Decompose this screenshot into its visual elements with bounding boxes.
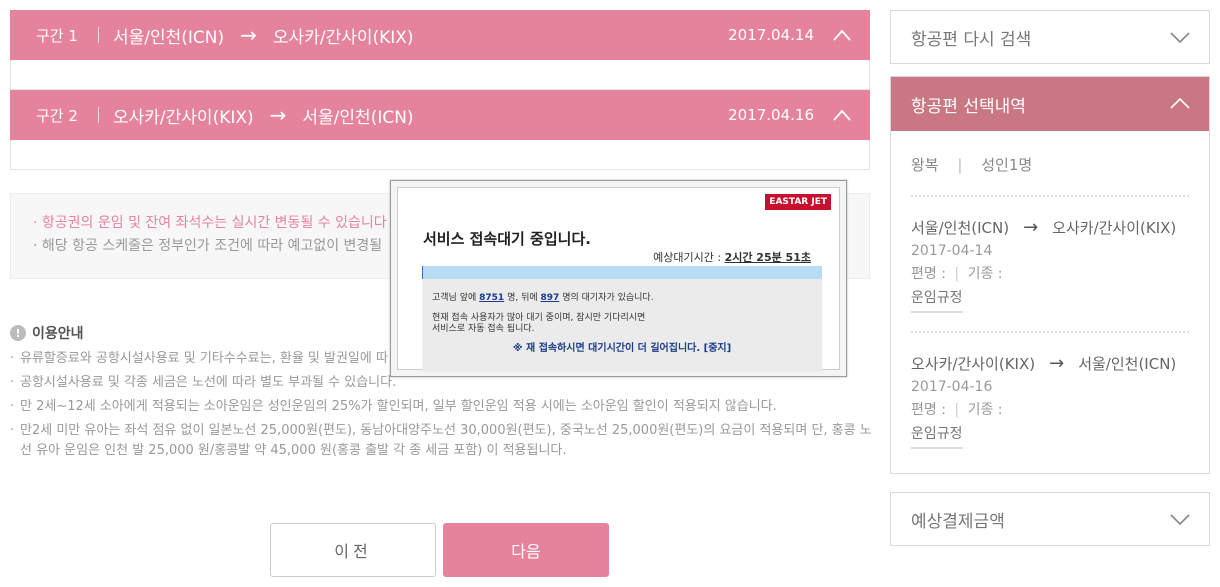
behind-count: 897 <box>540 293 560 303</box>
queue-progress-bar <box>422 266 822 279</box>
guide-title-text: 이용안내 <box>32 326 84 342</box>
segment-date: 2017.04.16 <box>728 106 814 124</box>
estimate-label: 예상결제금액 <box>911 511 1005 532</box>
aircraft-label: 기종 : <box>967 402 1003 418</box>
aircraft-label: 기종 : <box>967 266 1003 282</box>
selection-panel: 항공편 선택내역 왕복 | 성인1명 서울/인천(ICN) → 오사카/간사이(… <box>890 76 1210 474</box>
dotted-divider <box>911 195 1189 197</box>
queue-count-line: 고객님 앞에 8751 명, 뒤에 897 명의 대기자가 있습니다. <box>432 293 822 304</box>
chevron-up-icon[interactable] <box>832 25 852 45</box>
msg-text: 명의 대기자가 있습니다. <box>562 293 654 303</box>
research-header[interactable]: 항공편 다시 검색 <box>891 11 1209 63</box>
segment-1-body <box>10 60 870 90</box>
eastar-jet-logo: EASTAR JET <box>765 194 831 210</box>
selection-title: 항공편 선택내역 <box>911 96 1026 117</box>
estimate-panel[interactable]: 예상결제금액 <box>890 492 1210 546</box>
chevron-up-icon[interactable] <box>832 105 852 125</box>
popup-content: EASTAR JET 서비스 접속대기 중입니다. 예상대기시간 : 2시간 2… <box>397 187 840 372</box>
arrow-right-icon: → <box>269 103 287 127</box>
leg-route: 오사카/간사이(KIX) → 서울/인천(ICN) <box>911 353 1189 374</box>
segment-2-header[interactable]: 구간 2 오사카/간사이(KIX) → 서울/인천(ICN) 2017.04.1… <box>10 90 870 140</box>
research-label: 항공편 다시 검색 <box>911 29 1032 50</box>
divider: | <box>954 402 960 418</box>
selection-header[interactable]: 항공편 선택내역 <box>891 77 1209 131</box>
wait-value: 2시간 25분 51초 <box>724 251 811 264</box>
msg-text: 고객님 앞에 <box>432 293 477 303</box>
trip-type: 왕복 <box>911 156 939 174</box>
next-button[interactable]: 다음 <box>443 523 609 577</box>
queue-message: 고객님 앞에 8751 명, 뒤에 897 명의 대기자가 있습니다. 현재 접… <box>422 279 822 372</box>
leg-destination: 오사카/간사이(KIX) <box>1052 219 1177 237</box>
divider: | <box>954 266 960 282</box>
popup-title: 서비스 접속대기 중입니다. <box>423 230 591 248</box>
segment-destination: 오사카/간사이(KIX) <box>272 27 414 48</box>
segment-origin: 오사카/간사이(KIX) <box>113 107 254 128</box>
progress-fill <box>422 266 423 279</box>
divider <box>98 27 99 43</box>
leg-2: 오사카/간사이(KIX) → 서울/인천(ICN) 2017-04-16 편명 … <box>911 353 1189 449</box>
arrow-right-icon: → <box>1023 217 1039 238</box>
dotted-divider <box>911 331 1189 333</box>
leg-1: 서울/인천(ICN) → 오사카/간사이(KIX) 2017-04-14 편명 … <box>911 217 1189 313</box>
queue-popup: EASTAR JET 서비스 접속대기 중입니다. 예상대기시간 : 2시간 2… <box>390 180 847 377</box>
leg-date: 2017-04-16 <box>911 379 993 395</box>
chevron-down-icon <box>1170 514 1190 526</box>
segment-1-header[interactable]: 구간 1 서울/인천(ICN) → 오사카/간사이(KIX) 2017.04.1… <box>10 10 870 60</box>
divider: | <box>957 156 963 174</box>
leg-origin: 오사카/간사이(KIX) <box>911 355 1036 373</box>
segment-origin: 서울/인천(ICN) <box>113 27 225 48</box>
leg-destination: 서울/인천(ICN) <box>1078 355 1177 373</box>
divider <box>98 107 99 123</box>
leg-route: 서울/인천(ICN) → 오사카/간사이(KIX) <box>911 217 1189 238</box>
flight-label: 편명 : <box>911 402 946 418</box>
leg-flight-info: 편명 : | 기종 : <box>911 263 1189 283</box>
fare-rules-link[interactable]: 운임규정 <box>911 423 963 449</box>
prev-button[interactable]: 이전 <box>270 523 436 577</box>
arrow-right-icon: → <box>240 23 257 47</box>
flight-label: 편명 : <box>911 266 946 282</box>
guide-item: 만 2세~12세 소아에게 적용되는 소아운임은 성인운임의 25%가 할인되며… <box>10 397 880 417</box>
msg-line: 서비스로 자동 접속 됩니다. <box>432 324 535 334</box>
info-icon: ! <box>10 325 26 341</box>
passenger-count: 성인1명 <box>981 156 1033 174</box>
segment-label: 구간 1 <box>36 26 78 45</box>
research-panel[interactable]: 항공편 다시 검색 <box>890 10 1210 64</box>
chevron-up-icon <box>1170 97 1190 109</box>
arrow-right-icon: → <box>1049 353 1065 374</box>
leg-origin: 서울/인천(ICN) <box>911 219 1010 237</box>
leg-flight-info: 편명 : | 기종 : <box>911 399 1189 419</box>
wait-label: 예상대기시간 : <box>653 251 722 264</box>
ahead-count: 8751 <box>479 293 505 303</box>
msg-line: 현재 접속 사용자가 많아 대기 중이며, 잠시만 기다리시면 <box>432 313 646 323</box>
segment-destination: 서울/인천(ICN) <box>302 107 414 128</box>
guide-item: 만2세 미만 유아는 좌석 점유 없이 일본노선 25,000원(편도), 동남… <box>10 421 880 461</box>
fare-rules-link[interactable]: 운임규정 <box>911 287 963 313</box>
segment-label: 구간 2 <box>36 106 78 125</box>
wait-time: 예상대기시간 : 2시간 25분 51초 <box>653 249 811 265</box>
leg-date: 2017-04-14 <box>911 243 993 259</box>
segment-date: 2017.04.14 <box>728 26 814 44</box>
msg-text: 명, 뒤에 <box>507 293 538 303</box>
chevron-down-icon <box>1170 32 1190 44</box>
estimate-header[interactable]: 예상결제금액 <box>891 493 1209 545</box>
trip-summary: 왕복 | 성인1명 <box>911 154 1189 175</box>
segment-2-body <box>10 140 870 170</box>
reconnect-warning[interactable]: ※ 재 접속하시면 대기시간이 더 길어집니다. [중지] <box>422 343 822 354</box>
